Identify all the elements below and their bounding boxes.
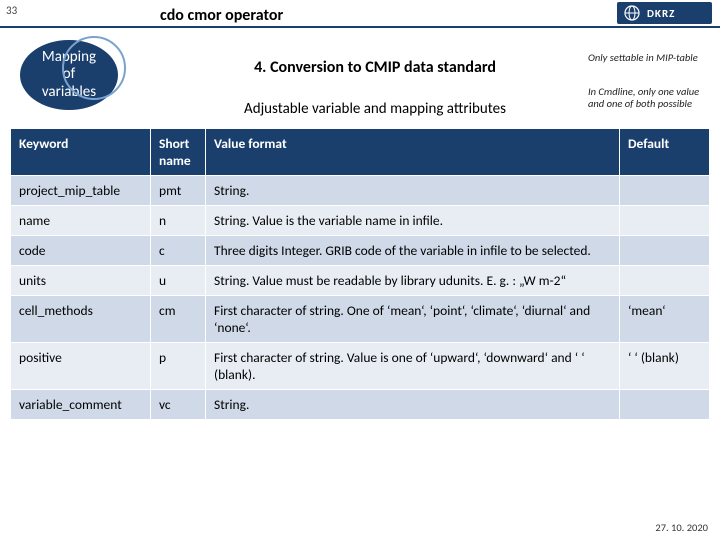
dkrz-logo: DKRZ <box>617 2 712 24</box>
cell-keyword: variable_comment <box>11 390 151 420</box>
cell-default: ‘mean‘ <box>620 296 710 343</box>
table-row: code c Three digits Integer. GRIB code o… <box>11 236 710 266</box>
cell-short: p <box>151 343 206 390</box>
cell-short: u <box>151 266 206 296</box>
cell-value: Three digits Integer. GRIB code of the v… <box>206 236 620 266</box>
cell-value: String. Value must be readable by librar… <box>206 266 620 296</box>
table-row: name n String. Value is the variable nam… <box>11 206 710 236</box>
slide-title: cdo cmor operator <box>160 6 283 25</box>
note-cmdline: In Cmdline, only one value and one of bo… <box>588 86 708 110</box>
slide: 33 cdo cmor operator DKRZ Mapping of var… <box>0 0 720 540</box>
cell-value: String. <box>206 390 620 420</box>
cell-short: pmt <box>151 176 206 206</box>
title-underline <box>0 26 720 28</box>
cell-short: n <box>151 206 206 236</box>
cell-short: cm <box>151 296 206 343</box>
note-mip-table: Only settable in MIP-table <box>588 52 708 64</box>
badge-ring <box>62 36 126 100</box>
attributes-table: Keyword Short name Value format Default … <box>10 128 710 420</box>
cell-keyword: positive <box>11 343 151 390</box>
cell-value: String. Value is the variable name in in… <box>206 206 620 236</box>
cell-default <box>620 176 710 206</box>
table-row: positive p First character of string. Va… <box>11 343 710 390</box>
table-row: units u String. Value must be readable b… <box>11 266 710 296</box>
th-short: Short name <box>151 129 206 176</box>
section-heading: 4. Conversion to CMIP data standard <box>175 58 575 77</box>
table-row: cell_methods cm First character of strin… <box>11 296 710 343</box>
logo-text: DKRZ <box>647 7 675 20</box>
table-row: project_mip_table pmt String. <box>11 176 710 206</box>
page-number: 33 <box>6 4 17 17</box>
table-row: variable_comment vc String. <box>11 390 710 420</box>
th-keyword: Keyword <box>11 129 151 176</box>
globe-icon <box>623 4 641 22</box>
cell-value: First character of string. Value is one … <box>206 343 620 390</box>
section-subheading: Adjustable variable and mapping attribut… <box>165 100 585 118</box>
cell-default <box>620 206 710 236</box>
cell-short: c <box>151 236 206 266</box>
cell-default: ‘ ‘ (blank) <box>620 343 710 390</box>
th-value: Value format <box>206 129 620 176</box>
table-header-row: Keyword Short name Value format Default <box>11 129 710 176</box>
cell-short: vc <box>151 390 206 420</box>
cell-keyword: code <box>11 236 151 266</box>
cell-default <box>620 236 710 266</box>
cell-keyword: cell_methods <box>11 296 151 343</box>
cell-value: First character of string. One of ‘mean‘… <box>206 296 620 343</box>
th-default: Default <box>620 129 710 176</box>
mapping-badge: Mapping of variables <box>20 40 118 110</box>
cell-keyword: project_mip_table <box>11 176 151 206</box>
cell-keyword: name <box>11 206 151 236</box>
cell-keyword: units <box>11 266 151 296</box>
cell-default <box>620 266 710 296</box>
cell-default <box>620 390 710 420</box>
cell-value: String. <box>206 176 620 206</box>
footer-date: 27. 10. 2020 <box>655 521 708 534</box>
